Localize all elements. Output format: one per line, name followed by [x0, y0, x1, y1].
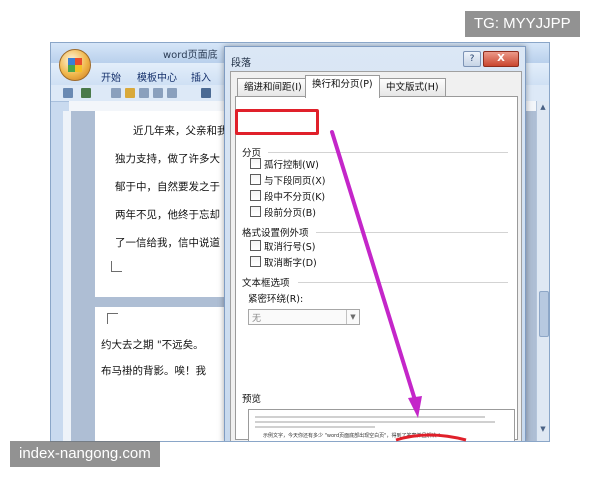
keep-lines-together-option[interactable]: 段中不分页(K) [250, 189, 326, 203]
dont-hyphenate-option[interactable]: 取消断字(D) [250, 255, 317, 269]
help-button[interactable]: ? [463, 51, 481, 67]
page-break-before-checkbox[interactable] [250, 206, 261, 217]
page-break-before-option[interactable]: 段前分页(B) [250, 205, 316, 219]
preview-line [255, 416, 485, 418]
screenshot-frame: word页面底 开始 模板中心 插入 近几年来，父亲和我 独力支持，做了许多大 … [50, 42, 550, 442]
open-folder-icon[interactable] [125, 88, 135, 98]
highlight-annotation [235, 109, 319, 135]
tight-wrap-label: 紧密环绕(R): [248, 294, 304, 305]
dont-hyphenate-checkbox[interactable] [250, 256, 261, 267]
doc-line: 独力支持，做了许多大 [115, 153, 220, 165]
keep-with-next-label: 与下段同页(X) [264, 176, 326, 187]
preview-sample-text: 示例文字，今天你还有多少 "word页面底部出现空白页"，得到了答案并且解决 ! [263, 433, 441, 439]
textbox-group-label: 文本框选项 [242, 278, 290, 289]
keep-with-next-option[interactable]: 与下段同页(X) [250, 173, 326, 187]
tab-panel: 分页 孤行控制(W) 与下段同页(X) 段中不分页(K) 段前分页(B) 格式设… [235, 96, 518, 441]
widow-control-option[interactable]: 孤行控制(W) [250, 157, 319, 171]
save-icon[interactable] [63, 88, 73, 98]
page-break-before-label: 段前分页(B) [264, 208, 316, 219]
dont-hyphenate-label: 取消断字(D) [264, 258, 317, 269]
ribbon-tab-templates[interactable]: 模板中心 [137, 69, 177, 84]
suppress-line-numbers-label: 取消行号(S) [264, 242, 316, 253]
watermark-top: TG: MYYJJPP [465, 11, 580, 37]
tight-wrap-value: 无 [252, 314, 262, 324]
keep-lines-together-checkbox[interactable] [250, 190, 261, 201]
spell-icon[interactable] [167, 88, 177, 98]
preview-icon[interactable] [153, 88, 163, 98]
preview-line [255, 421, 495, 423]
new-doc-icon[interactable] [111, 88, 121, 98]
tab-indents-spacing[interactable]: 缩进和间距(I) [237, 78, 309, 97]
office-button[interactable] [59, 49, 91, 81]
tab-asian-typography[interactable]: 中文版式(H) [379, 78, 446, 97]
suppress-line-numbers-option[interactable]: 取消行号(S) [250, 239, 316, 253]
tight-wrap-select[interactable]: 无 ▼ [248, 309, 360, 325]
vertical-scrollbar[interactable]: ▲ ▼ [536, 101, 549, 441]
print-icon[interactable] [139, 88, 149, 98]
chevron-down-icon[interactable]: ▼ [346, 310, 359, 324]
watermark-bottom: index-nangong.com [10, 441, 160, 467]
preview-line [255, 426, 375, 428]
keep-with-next-checkbox[interactable] [250, 174, 261, 185]
tab-line-page-breaks[interactable]: 换行和分页(P) [305, 75, 380, 98]
doc-line: 近几年来，父亲和我 [133, 125, 228, 137]
suppress-line-numbers-checkbox[interactable] [250, 240, 261, 251]
doc-line: 郁于中，自然要发之于 [115, 181, 220, 193]
scroll-up-icon[interactable]: ▲ [539, 103, 547, 111]
dialog-title: 段落 [231, 58, 251, 69]
exceptions-group-label: 格式设置例外项 [242, 228, 309, 239]
scroll-down-icon[interactable]: ▼ [539, 425, 547, 433]
group-divider [316, 232, 508, 233]
ribbon-tab-insert[interactable]: 插入 [191, 69, 211, 84]
format-icon[interactable] [201, 88, 211, 98]
page-margin-mark [107, 313, 118, 324]
undo-icon[interactable] [81, 88, 91, 98]
office-logo-icon [68, 58, 82, 72]
widow-control-label: 孤行控制(W) [264, 160, 319, 171]
doc-line: 两年不见，他终于忘却 [115, 209, 220, 221]
doc-line: 了一信给我，信中说道 [115, 237, 220, 249]
widow-control-checkbox[interactable] [250, 158, 261, 169]
ribbon-tab-home[interactable]: 开始 [101, 69, 121, 84]
preview-label: 预览 [242, 394, 262, 405]
scroll-thumb[interactable] [539, 291, 549, 337]
group-divider [298, 282, 508, 283]
doc-line: 约大去之期 "不远矣。 [101, 339, 204, 351]
close-button[interactable]: X [483, 51, 519, 67]
group-divider [268, 152, 508, 153]
page-margin-mark [111, 261, 122, 272]
keep-lines-together-label: 段中不分页(K) [264, 192, 326, 203]
paragraph-dialog: 段落 ? X 缩进和间距(I) 换行和分页(P) 中文版式(H) 分页 孤行控制… [224, 46, 526, 441]
preview-box: 示例文字，今天你还有多少 "word页面底部出现空白页"，得到了答案并且解决 ! [248, 409, 515, 441]
doc-line: 布马褂的背影。唉！我 [101, 365, 206, 377]
word-window-title: word页面底 [163, 50, 218, 61]
